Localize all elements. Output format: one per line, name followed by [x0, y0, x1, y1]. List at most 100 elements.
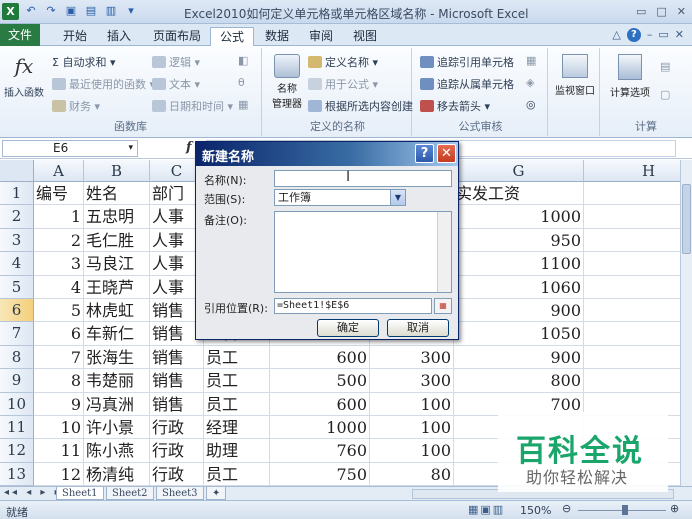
cell-c8[interactable]: 销售: [150, 345, 204, 370]
workbook-minimize-icon[interactable]: –: [647, 28, 653, 42]
calculate-now-icon[interactable]: ▤: [660, 60, 670, 73]
cell-f13[interactable]: 80: [370, 462, 454, 486]
row-header[interactable]: 3: [0, 228, 34, 253]
cell-c13[interactable]: 行政: [150, 462, 204, 486]
name-box[interactable]: E6 ▾: [2, 140, 138, 157]
cell-g6[interactable]: 900: [454, 299, 584, 323]
cell-e13[interactable]: 750: [270, 462, 370, 486]
cancel-button[interactable]: 取消: [387, 319, 449, 337]
select-all-corner[interactable]: [0, 160, 34, 182]
use-in-formula-button[interactable]: 用于公式 ▾: [308, 76, 378, 92]
cell-h9[interactable]: [584, 369, 680, 393]
row-header[interactable]: 9: [0, 369, 34, 393]
cell-d11[interactable]: 经理: [204, 416, 270, 440]
dialog-help-button[interactable]: ?: [415, 144, 434, 163]
show-formulas-icon[interactable]: ▦: [526, 54, 536, 67]
scope-select[interactable]: 工作簿 ▼: [274, 189, 406, 206]
cell-h3[interactable]: [584, 229, 680, 253]
ok-button[interactable]: 确定: [317, 319, 379, 337]
cell-b5[interactable]: 王晓芦: [84, 275, 150, 299]
cell-e11[interactable]: 1000: [270, 416, 370, 440]
text-button[interactable]: 文本 ▾: [152, 76, 200, 92]
cell-a6[interactable]: 5: [34, 299, 84, 323]
minimize-icon[interactable]: ▭: [636, 5, 646, 18]
zoom-level[interactable]: 150%: [520, 504, 551, 517]
maximize-icon[interactable]: □: [656, 5, 666, 18]
scroll-thumb[interactable]: [682, 184, 691, 254]
trace-precedents-button[interactable]: 追踪引用单元格: [420, 54, 514, 70]
row-header[interactable]: 8: [0, 345, 34, 370]
cell-c12[interactable]: 行政: [150, 439, 204, 463]
cell-g8[interactable]: 900: [454, 345, 584, 370]
comment-textarea[interactable]: [274, 211, 452, 293]
cell-g4[interactable]: 1100: [454, 252, 584, 276]
cell-a3[interactable]: 2: [34, 228, 84, 253]
cell-b4[interactable]: 马良江: [84, 252, 150, 276]
logical-button[interactable]: 逻辑 ▾: [152, 54, 200, 70]
cell-b12[interactable]: 陈小燕: [84, 439, 150, 463]
cell-a10[interactable]: 9: [34, 392, 84, 416]
help-icon[interactable]: ?: [626, 28, 641, 42]
define-name-button[interactable]: 定义名称 ▾: [308, 54, 378, 70]
tab-formulas[interactable]: 公式: [210, 27, 255, 47]
cell-f12[interactable]: 100: [370, 439, 454, 463]
datetime-button[interactable]: 日期和时间 ▾: [152, 98, 233, 114]
create-from-selection-button[interactable]: 根据所选内容创建: [308, 98, 413, 114]
cell-e12[interactable]: 760: [270, 439, 370, 463]
undo-icon[interactable]: ↶: [24, 4, 38, 18]
cell-a2[interactable]: 1: [34, 205, 84, 229]
cell-f8[interactable]: 300: [370, 345, 454, 370]
cell-a4[interactable]: 3: [34, 252, 84, 276]
zoom-in-icon[interactable]: ⊕: [670, 502, 679, 515]
tab-insert[interactable]: 插入: [98, 27, 140, 46]
cell-b7[interactable]: 车新仁: [84, 322, 150, 346]
cell-h8[interactable]: [584, 346, 680, 370]
cell-a9[interactable]: 8: [34, 369, 84, 393]
sheet-tab-sheet1[interactable]: Sheet1: [56, 487, 104, 500]
vertical-scrollbar[interactable]: [680, 160, 692, 486]
name-manager-button[interactable]: 名称 管理器: [270, 54, 304, 114]
cell-c11[interactable]: 行政: [150, 416, 204, 440]
cell-b1[interactable]: 姓名: [84, 182, 150, 206]
dialog-close-button[interactable]: ✕: [437, 144, 456, 163]
collapse-dialog-icon[interactable]: ▦: [434, 298, 452, 314]
workbook-close-icon[interactable]: ✕: [675, 28, 684, 42]
more-functions-icon[interactable]: ▦: [238, 98, 248, 111]
math-icon[interactable]: θ: [238, 76, 245, 89]
row-header[interactable]: 6: [0, 299, 34, 323]
cell-h1[interactable]: [584, 182, 680, 206]
cell-a5[interactable]: 4: [34, 275, 84, 299]
close-icon[interactable]: ✕: [677, 5, 686, 18]
lookup-icon[interactable]: ◧: [238, 54, 248, 67]
save-icon[interactable]: ▣: [64, 4, 78, 18]
column-header-g[interactable]: G: [454, 160, 584, 182]
cell-b11[interactable]: 许小景: [84, 416, 150, 440]
row-header[interactable]: 12: [0, 439, 34, 463]
row-header[interactable]: 4: [0, 252, 34, 276]
cell-d12[interactable]: 助理: [204, 439, 270, 463]
minimize-ribbon-icon[interactable]: △: [612, 28, 620, 42]
fx-icon[interactable]: f: [186, 140, 192, 155]
tab-data[interactable]: 数据: [256, 27, 298, 46]
workbook-restore-icon[interactable]: ▭: [658, 28, 668, 42]
row-header[interactable]: 2: [0, 205, 34, 229]
watch-window-button[interactable]: 监视窗口: [552, 54, 598, 97]
cell-e10[interactable]: 600: [270, 392, 370, 416]
insert-function-button[interactable]: fx 插入函数: [4, 54, 44, 114]
sheet-tab-sheet3[interactable]: Sheet3: [156, 487, 204, 500]
cell-b2[interactable]: 五忠明: [84, 205, 150, 229]
tab-home[interactable]: 开始: [54, 27, 96, 46]
cell-b3[interactable]: 毛仁胜: [84, 228, 150, 253]
column-header-b[interactable]: B: [84, 160, 150, 182]
cell-b8[interactable]: 张海生: [84, 345, 150, 370]
chevron-down-icon[interactable]: ▾: [128, 141, 133, 156]
cell-a8[interactable]: 7: [34, 345, 84, 370]
tab-view[interactable]: 视图: [344, 27, 386, 46]
cell-b10[interactable]: 冯真洲: [84, 392, 150, 416]
cell-h4[interactable]: [584, 252, 680, 276]
zoom-out-icon[interactable]: ⊖: [562, 502, 571, 515]
trace-dependents-button[interactable]: 追踪从属单元格: [420, 76, 514, 92]
column-header-a[interactable]: A: [34, 160, 84, 182]
redo-icon[interactable]: ↷: [44, 4, 58, 18]
cell-g7[interactable]: 1050: [454, 322, 584, 346]
